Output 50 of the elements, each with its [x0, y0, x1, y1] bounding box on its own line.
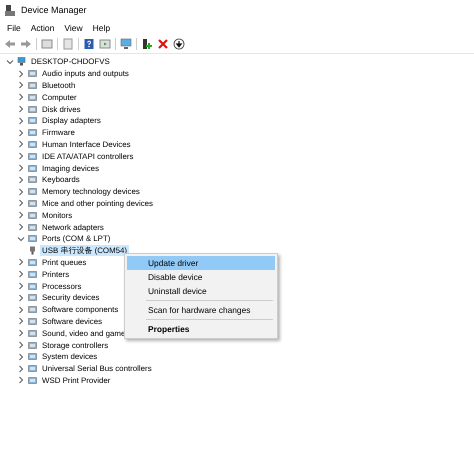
menu-item[interactable]: View	[59, 22, 88, 32]
expand-chevron-icon[interactable]	[17, 164, 25, 172]
collapse-chevron-icon[interactable]	[6, 58, 14, 66]
delete-icon[interactable]	[157, 38, 169, 50]
expand-chevron-icon[interactable]	[17, 258, 25, 266]
expand-chevron-icon[interactable]	[17, 93, 25, 102]
expand-chevron-icon[interactable]	[17, 140, 25, 148]
expand-chevron-icon[interactable]	[17, 223, 25, 232]
menu-item[interactable]: Action	[26, 22, 60, 32]
expand-chevron-icon[interactable]	[17, 211, 25, 220]
app-icon	[5, 4, 15, 16]
expand-chevron-icon[interactable]	[17, 270, 25, 278]
computer-icon	[17, 57, 26, 66]
expand-chevron-icon[interactable]	[17, 376, 25, 384]
port-icon	[28, 246, 37, 256]
context-menu-item[interactable]: Properties	[127, 322, 275, 336]
forward-arrow-icon[interactable]	[20, 38, 32, 50]
context-menu-item[interactable]: Update driver	[127, 256, 275, 270]
expand-chevron-icon[interactable]	[17, 294, 25, 302]
expand-chevron-icon[interactable]	[17, 282, 25, 290]
collapse-chevron-icon[interactable]	[17, 234, 25, 243]
window-icon[interactable]	[41, 38, 53, 50]
expand-chevron-icon[interactable]	[17, 176, 25, 184]
expand-chevron-icon[interactable]	[17, 341, 25, 350]
context-menu-item[interactable]: Disable device	[127, 270, 275, 284]
monitor-icon[interactable]	[120, 38, 132, 50]
expand-chevron-icon[interactable]	[17, 116, 25, 125]
expand-chevron-icon[interactable]	[17, 105, 25, 114]
menu-item[interactable]: Help	[88, 22, 116, 32]
window-title: Device Manager	[21, 5, 87, 15]
expand-chevron-icon[interactable]	[17, 70, 25, 78]
menu-item[interactable]: File	[2, 22, 26, 32]
help-icon[interactable]	[83, 38, 95, 50]
window-icon[interactable]	[99, 38, 111, 50]
expand-chevron-icon[interactable]	[17, 152, 25, 160]
expand-chevron-icon[interactable]	[17, 329, 25, 338]
context-menu-item[interactable]: Scan for hardware changes	[127, 303, 275, 317]
back-arrow-icon[interactable]	[4, 38, 16, 50]
expand-chevron-icon[interactable]	[17, 306, 25, 314]
download-icon[interactable]	[173, 38, 185, 50]
expand-chevron-icon[interactable]	[17, 364, 25, 373]
expand-chevron-icon[interactable]	[17, 317, 25, 326]
device-plus-icon[interactable]	[141, 38, 153, 50]
expand-chevron-icon[interactable]	[17, 352, 25, 361]
expand-chevron-icon[interactable]	[17, 188, 25, 196]
context-menu-item[interactable]: Uninstall device	[127, 284, 275, 298]
expand-chevron-icon[interactable]	[17, 81, 25, 90]
expand-chevron-icon[interactable]	[17, 128, 25, 137]
sheet-icon[interactable]	[62, 38, 74, 50]
expand-chevron-icon[interactable]	[17, 199, 25, 208]
